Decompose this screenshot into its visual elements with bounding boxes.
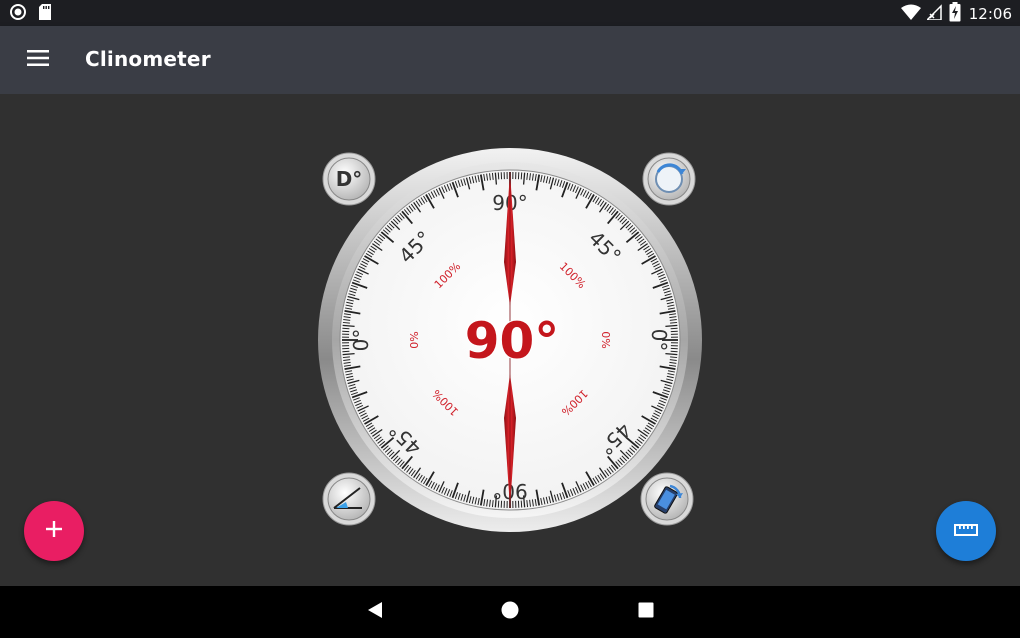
status-bar: 12:06 bbox=[0, 0, 1020, 26]
plus-icon bbox=[45, 520, 63, 542]
app-title: Clinometer bbox=[85, 47, 211, 71]
degree-mode-button[interactable]: D° bbox=[322, 152, 376, 206]
home-icon bbox=[501, 601, 519, 623]
rotate-device-button[interactable] bbox=[640, 472, 694, 526]
battery-charging-icon bbox=[949, 2, 961, 26]
recents-button[interactable] bbox=[631, 597, 661, 627]
wifi-icon bbox=[900, 4, 921, 24]
app-bar: Clinometer bbox=[0, 26, 1020, 94]
menu-button[interactable] bbox=[18, 40, 58, 80]
percent-left: 0% bbox=[408, 331, 421, 348]
ruler-fab-button[interactable] bbox=[936, 501, 996, 561]
home-button[interactable] bbox=[495, 597, 525, 627]
calibrate-dial-icon bbox=[642, 152, 696, 206]
navigation-bar bbox=[0, 586, 1020, 638]
screen: 12:06 Clinometer 90° 45° 45° 45° 45° 0° … bbox=[0, 0, 1020, 638]
sd-card-icon bbox=[38, 4, 52, 24]
back-button[interactable] bbox=[360, 597, 390, 627]
rotate-phone-icon bbox=[640, 472, 694, 526]
percent-right: 0% bbox=[599, 331, 612, 348]
angle-reading: 90° bbox=[465, 312, 560, 370]
status-time: 12:06 bbox=[968, 5, 1012, 23]
angle-measure-button[interactable] bbox=[322, 472, 376, 526]
angle-measure-icon bbox=[322, 472, 376, 526]
status-right: 12:06 bbox=[900, 2, 1012, 26]
main-content: 90° 90° 45° 45° 45° 45° 0° 0° 100% 100% … bbox=[0, 94, 1020, 586]
no-signal-icon bbox=[924, 4, 943, 24]
add-fab-button[interactable] bbox=[24, 501, 84, 561]
back-icon bbox=[366, 601, 384, 623]
record-icon bbox=[10, 4, 26, 24]
status-left bbox=[10, 4, 52, 24]
recents-icon bbox=[638, 602, 654, 622]
label-right-0: 0° bbox=[647, 329, 671, 352]
degree-mode-label: D° bbox=[335, 167, 363, 191]
label-left-0: 0° bbox=[349, 329, 373, 352]
calibrate-button[interactable] bbox=[642, 152, 696, 206]
ruler-icon bbox=[954, 522, 978, 541]
hamburger-menu-icon bbox=[27, 50, 49, 70]
